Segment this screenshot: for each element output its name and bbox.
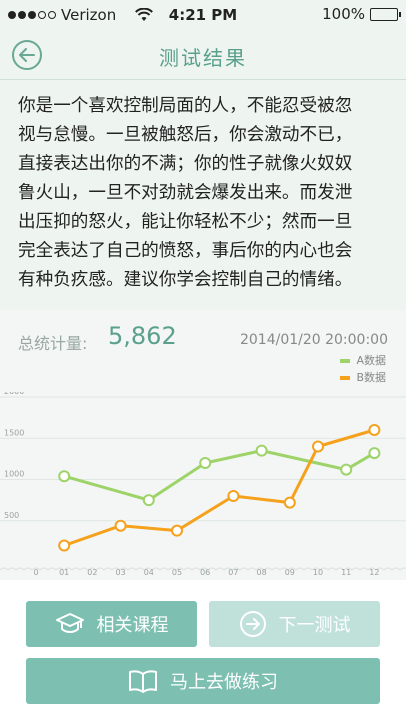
data-point-a [368,447,381,460]
data-point-a [340,463,353,476]
x-tick-label: 11 [341,568,351,577]
battery-percent: 100% [322,5,365,23]
result-line: 完全表达了自己的愤怒，事后你的内心也会 [18,241,353,261]
y-tick-label: 2000 [4,392,24,396]
x-tick-label: 08 [257,568,267,577]
page-title: 测试结果 [159,46,247,70]
total-count-label: 总统计量: [18,334,88,353]
stats-datetime: 2014/01/20 20:00:00 [239,332,388,348]
legend-swatch-a [340,358,351,363]
x-tick-label: 09 [285,568,295,577]
series-line-a [62,449,376,502]
data-point-b [368,424,381,436]
x-tick-label: 0 [33,568,38,577]
data-point-a [255,444,268,457]
x-tick-label: 12 [369,568,379,577]
data-point-b [227,490,240,502]
next-test-button[interactable]: 下一测试 [209,601,380,647]
legend-label-a: A数据 [356,354,386,367]
open-book-icon [128,669,158,693]
y-tick-label: 1500 [4,428,24,437]
x-tick-label: 01 [59,568,69,577]
line-chart: 500 1000 1500 2000 0 01 02 03 04 05 06 07 08 09 10 11 12 [0,392,406,580]
data-point-b [58,539,71,552]
result-line: 视与怠慢。一旦被触怒后，你会激动不已， [18,125,353,145]
practice-now-label: 马上去做练习 [170,672,278,693]
battery-icon [370,7,401,21]
result-line: 出压抑的怒火，能让你轻松不少；然而一旦 [18,212,353,232]
legend-item-a: A数据 [340,352,386,369]
data-point-b [312,440,324,453]
chart-legend: A数据 B数据 [340,352,386,386]
status-bar: Verizon 4:21 PM 100% [0,0,406,30]
data-point-a [142,494,155,507]
legend-swatch-b [340,375,351,380]
data-point-b [114,519,127,532]
practice-now-button[interactable]: 马上去做练习 [26,658,380,704]
related-course-label: 相关课程 [96,615,169,636]
x-tick-label: 05 [172,568,182,577]
total-count-value: 5,862 [108,322,177,350]
x-tick-label: 02 [87,568,97,577]
x-tick-label: 06 [200,568,210,577]
x-tick-label: 04 [144,568,154,577]
legend-item-b: B数据 [340,369,386,386]
y-tick-label: 1000 [4,470,24,479]
x-tick-label: 03 [116,568,126,577]
data-point-b [283,496,296,509]
x-tick-label: 07 [228,568,238,577]
legend-label-b: B数据 [356,371,386,384]
related-course-button[interactable]: 相关课程 [26,601,197,647]
result-line: 你是一个喜欢控制局面的人，不能忍受被忽 [18,96,353,116]
action-buttons: 相关课程 下一测试 马上去做练习 [0,580,406,721]
result-line: 鲁火山，一旦不对劲就会爆发出来。而发泄 [18,183,353,203]
data-point-a [199,457,212,469]
data-point-b [171,524,183,537]
data-point-a [58,470,71,483]
result-line: 直接表达出你的不满；你的性子就像火奴奴 [18,154,353,174]
next-test-label: 下一测试 [278,615,351,636]
result-description: 你是一个喜欢控制局面的人，不能忍受被忽 视与怠慢。一旦被触怒后，你会激动不已， … [0,80,406,310]
result-text: 你是一个喜欢控制局面的人，不能忍受被忽 视与怠慢。一旦被触怒后，你会激动不已， … [18,92,388,295]
chart-svg: 500 1000 1500 2000 0 01 02 03 04 05 06 07 08 09 10 11 12 [0,392,406,577]
battery-status: 100% [322,5,401,23]
arrow-right-circle-icon [239,610,267,638]
graduation-cap-icon [55,612,85,636]
y-tick-label: 500 [4,511,19,520]
series-line-b [62,428,376,547]
x-tick-label: 10 [313,568,323,577]
result-line: 有种负疚感。建议你学会控制自己的情绪。 [18,270,353,290]
stats-header: 总统计量: 5,862 2014/01/20 20:00:00 A数据 B数据 [0,310,406,392]
navigation-bar: 测试结果 [0,30,406,80]
